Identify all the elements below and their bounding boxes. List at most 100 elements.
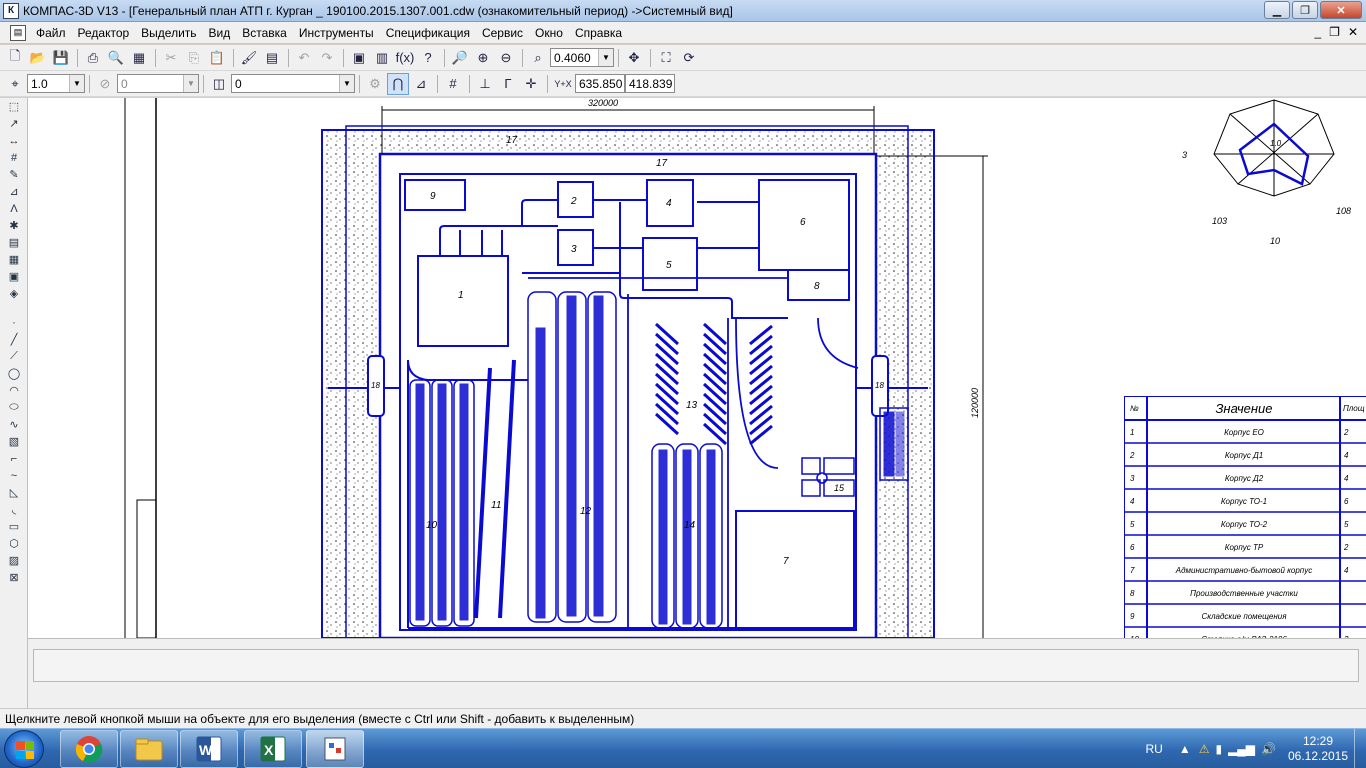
clock[interactable]: 12:29 06.12.2015 [1282, 734, 1354, 764]
language-indicator[interactable]: RU [1145, 742, 1162, 756]
save-icon[interactable]: 💾 [50, 47, 72, 69]
pan-icon[interactable]: ✥ [623, 47, 645, 69]
paste-icon[interactable]: 📋 [206, 47, 228, 69]
tray-power-icon[interactable]: ▮ [1215, 742, 1222, 756]
spec-icon[interactable]: ▦ [3, 251, 25, 268]
auxiliary-line-icon[interactable]: ╱ [3, 331, 25, 348]
menu-insert[interactable]: Вставка [236, 26, 293, 40]
rectangle-icon[interactable]: ▭ [3, 518, 25, 535]
measure-icon[interactable]: Λ [3, 200, 25, 217]
open-icon[interactable]: 📂 [27, 47, 49, 69]
edit-icon[interactable]: ✎ [3, 166, 25, 183]
document-icon[interactable]: ▤ [10, 24, 26, 41]
fx-icon[interactable]: f(x) [394, 47, 416, 69]
zoom-in-icon[interactable]: ⊕ [472, 47, 494, 69]
menu-view[interactable]: Вид [203, 26, 237, 40]
menu-editor[interactable]: Редактор [72, 26, 136, 40]
volume-icon[interactable]: 🔊 [1261, 742, 1276, 756]
menu-tools[interactable]: Инструменты [293, 26, 380, 40]
selection-icon[interactable]: ✱ [3, 217, 25, 234]
ortho-icon[interactable]: ⊿ [410, 73, 432, 95]
taskbar-kompas[interactable] [306, 730, 364, 768]
properties-field[interactable] [33, 649, 1359, 682]
doc-close-icon[interactable]: ✕ [1348, 25, 1358, 39]
chamfer-icon[interactable]: ◺ [3, 484, 25, 501]
round-icon[interactable]: Γ [497, 73, 519, 95]
coord-y-field[interactable]: 418.839 [625, 74, 675, 93]
polyline-icon[interactable]: ⌐ [3, 450, 25, 467]
library-manager-icon[interactable]: ▣ [348, 47, 370, 69]
zoom-window-icon[interactable]: 🔎 [449, 47, 471, 69]
new-document-icon[interactable]: 🗋 [4, 47, 26, 69]
zoom-scale-icon[interactable]: ⌕ [527, 47, 549, 69]
hatch-icon[interactable]: ▧ [3, 433, 25, 450]
associative-views-icon[interactable]: ▤ [3, 234, 25, 251]
show-desktop-button[interactable] [1354, 729, 1366, 768]
restore-button[interactable]: ❐ [1292, 1, 1318, 19]
taskbar-chrome[interactable] [60, 730, 118, 768]
help-icon[interactable]: ? [417, 47, 439, 69]
menu-service[interactable]: Сервис [476, 26, 529, 40]
print-icon[interactable]: ⎙ [82, 47, 104, 69]
angle-select[interactable]: 0 ▼ [117, 74, 199, 93]
ellipse-icon[interactable]: ⬭ [3, 399, 25, 416]
arc-icon[interactable]: ◠ [3, 382, 25, 399]
grid-icon[interactable]: # [442, 73, 464, 95]
polygon-icon[interactable]: ⬡ [3, 535, 25, 552]
tray-expand-icon[interactable]: ▲ [1179, 742, 1191, 756]
minimize-button[interactable]: ▁ [1264, 1, 1290, 19]
symbols-icon[interactable]: # [3, 149, 25, 166]
bezier-icon[interactable]: ~ [3, 467, 25, 484]
parametrize-icon[interactable]: ⊿ [3, 183, 25, 200]
geometry-icon[interactable]: ↗ [3, 115, 25, 132]
start-button[interactable] [4, 730, 44, 768]
doc-minimize-icon[interactable]: _ [1314, 25, 1321, 39]
zoom-out-icon[interactable]: ⊖ [495, 47, 517, 69]
menu-select[interactable]: Выделить [135, 26, 202, 40]
tray-warning-icon[interactable]: ⚠ [1199, 742, 1210, 756]
undo-icon[interactable]: ↶ [293, 47, 315, 69]
redo-icon[interactable]: ↷ [316, 47, 338, 69]
layer-select[interactable]: 0 ▼ [231, 74, 355, 93]
close-button[interactable]: ✕ [1320, 1, 1362, 19]
menu-file[interactable]: Файл [30, 26, 72, 40]
properties-brush-icon[interactable]: 🖌 [238, 47, 260, 69]
cursor-icon[interactable]: ✛ [520, 73, 542, 95]
menu-help[interactable]: Справка [569, 26, 628, 40]
manager-icon[interactable]: ▦ [128, 47, 150, 69]
step-icon[interactable]: ⌖ [4, 73, 26, 95]
contour-icon[interactable]: ▨ [3, 552, 25, 569]
segment-icon[interactable]: ⟋ [3, 348, 25, 365]
collection-icon[interactable]: ⊠ [3, 569, 25, 586]
taskbar-explorer[interactable] [120, 730, 178, 768]
coord-x-field[interactable]: 635.850 [575, 74, 625, 93]
fillet-icon[interactable]: ◟ [3, 501, 25, 518]
circle-icon[interactable]: ◯ [3, 365, 25, 382]
properties-icon[interactable]: ▤ [261, 47, 283, 69]
drawing-canvas[interactable]: 320000 120000 17 17 9 2 3 4 5 6 8 1 7 10… [28, 98, 1366, 638]
local-cs-icon[interactable]: ⚙ [364, 73, 386, 95]
step-select[interactable]: 1.0 ▼ [27, 74, 85, 93]
spline-icon[interactable]: ∿ [3, 416, 25, 433]
zoom-select[interactable]: 0.4060 ▼ [550, 48, 614, 67]
angle-icon[interactable]: ⊘ [94, 73, 116, 95]
reports-icon[interactable]: ▣ [3, 268, 25, 285]
preview-icon[interactable]: 🔍 [105, 47, 127, 69]
select-tool-icon[interactable]: ⬚ [3, 98, 25, 115]
refresh-icon[interactable]: ⟳ [678, 47, 700, 69]
snap-magnet-icon[interactable]: ⋂ [387, 72, 409, 95]
copy-icon[interactable]: ⎘ [183, 47, 205, 69]
taskbar-word[interactable]: W [180, 730, 238, 768]
layers-icon[interactable]: ◫ [208, 73, 230, 95]
cut-icon[interactable]: ✂ [160, 47, 182, 69]
network-icon[interactable]: ▂▄▆ [1228, 742, 1255, 756]
point-icon[interactable]: · [3, 314, 25, 331]
taskbar-excel[interactable]: X [244, 730, 302, 768]
menu-window[interactable]: Окно [529, 26, 569, 40]
cs-origin-icon[interactable]: ⊥ [474, 73, 496, 95]
doc-restore-icon[interactable]: ❐ [1329, 25, 1340, 39]
menu-specification[interactable]: Спецификация [380, 26, 476, 40]
show-all-icon[interactable]: ⛶ [655, 47, 677, 69]
variables-icon[interactable]: ▥ [371, 47, 393, 69]
insert-icon[interactable]: ◈ [3, 285, 25, 302]
